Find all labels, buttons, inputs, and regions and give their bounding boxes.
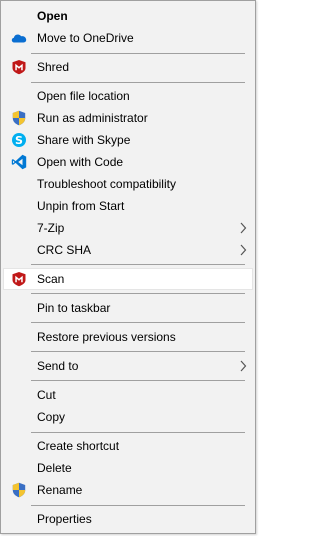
menu-item-label: Open	[37, 9, 68, 23]
menu-item-create-shortcut[interactable]: Create shortcut	[3, 435, 253, 457]
menu-separator	[31, 322, 245, 323]
menu-item-open-file-location[interactable]: Open file location	[3, 85, 253, 107]
menu-item-label: Send to	[37, 359, 79, 373]
context-menu: Open Move to OneDrive Shred Open file lo…	[0, 0, 256, 534]
menu-item-label: Create shortcut	[37, 439, 120, 453]
menu-item-7-zip[interactable]: 7-Zip	[3, 217, 253, 239]
menu-item-pin-to-taskbar[interactable]: Pin to taskbar	[3, 297, 253, 319]
onedrive-icon	[11, 30, 27, 46]
menu-item-label: Troubleshoot compatibility	[37, 177, 176, 191]
menu-item-label: Move to OneDrive	[37, 31, 134, 45]
menu-item-copy[interactable]: Copy	[3, 406, 253, 428]
menu-item-send-to[interactable]: Send to	[3, 355, 253, 377]
menu-separator	[31, 82, 245, 83]
menu-item-label: Share with Skype	[37, 133, 131, 147]
uac-shield-icon	[11, 110, 27, 126]
menu-item-share-with-skype[interactable]: S Share with Skype	[3, 129, 253, 151]
menu-separator	[31, 380, 245, 381]
skype-icon: S	[11, 132, 27, 148]
mcafee-icon	[11, 271, 27, 287]
menu-separator	[31, 351, 245, 352]
menu-item-label: Open with Code	[37, 155, 124, 169]
menu-item-crc-sha[interactable]: CRC SHA	[3, 239, 253, 261]
menu-item-properties[interactable]: Properties	[3, 508, 253, 530]
menu-item-label: Run as administrator	[37, 111, 148, 125]
menu-separator	[31, 505, 245, 506]
menu-separator	[31, 432, 245, 433]
menu-item-run-as-administrator[interactable]: Run as administrator	[3, 107, 253, 129]
chevron-right-icon	[239, 360, 247, 372]
menu-item-label: Open file location	[37, 89, 130, 103]
menu-item-label: Properties	[37, 512, 92, 526]
menu-item-delete[interactable]: Delete	[3, 457, 253, 479]
menu-item-shred[interactable]: Shred	[3, 56, 253, 78]
menu-item-restore-previous-versions[interactable]: Restore previous versions	[3, 326, 253, 348]
menu-item-label: Rename	[37, 483, 83, 497]
menu-item-label: Pin to taskbar	[37, 301, 111, 315]
mcafee-icon	[11, 59, 27, 75]
menu-item-scan[interactable]: Scan	[3, 268, 253, 290]
menu-item-open-with-code[interactable]: Open with Code	[3, 151, 253, 173]
vscode-icon	[11, 154, 27, 170]
menu-item-label: Unpin from Start	[37, 199, 125, 213]
menu-separator	[31, 293, 245, 294]
uac-shield-icon	[11, 482, 27, 498]
menu-item-label: Cut	[37, 388, 56, 402]
chevron-right-icon	[239, 222, 247, 234]
menu-item-rename[interactable]: Rename	[3, 479, 253, 501]
menu-separator	[31, 53, 245, 54]
menu-separator	[31, 264, 245, 265]
menu-item-label: 7-Zip	[37, 221, 65, 235]
menu-item-label: Scan	[37, 272, 65, 286]
menu-item-cut[interactable]: Cut	[3, 384, 253, 406]
menu-item-label: CRC SHA	[37, 243, 92, 257]
menu-item-move-to-onedrive[interactable]: Move to OneDrive	[3, 27, 253, 49]
chevron-right-icon	[239, 244, 247, 256]
menu-item-unpin-from-start[interactable]: Unpin from Start	[3, 195, 253, 217]
menu-item-label: Restore previous versions	[37, 330, 176, 344]
menu-item-open[interactable]: Open	[3, 5, 253, 27]
menu-item-label: Shred	[37, 60, 70, 74]
svg-text:S: S	[15, 134, 23, 147]
menu-item-label: Delete	[37, 461, 72, 475]
menu-item-troubleshoot-compatibility[interactable]: Troubleshoot compatibility	[3, 173, 253, 195]
menu-item-label: Copy	[37, 410, 66, 424]
